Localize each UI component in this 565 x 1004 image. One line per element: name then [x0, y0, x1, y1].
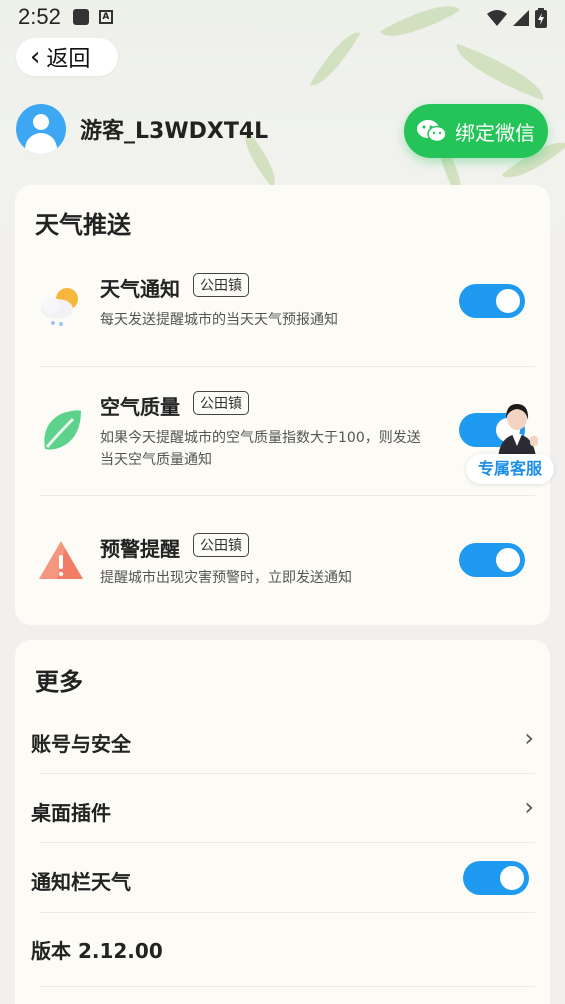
more-card: 更多 账号与安全 › 桌面插件 › 通知栏天气 版本 2.12.00 — [15, 640, 550, 1004]
weather-notify-toggle[interactable] — [459, 284, 525, 318]
push-item-weather: 天气通知 公田镇 每天发送提醒城市的当天天气预报通知 — [15, 273, 550, 363]
push-desc-line: 提醒城市出现灾害预警时，立即发送通知 — [100, 570, 352, 586]
divider — [40, 912, 535, 913]
divider — [40, 986, 535, 987]
row-notification-weather: 通知栏天气 — [15, 848, 550, 912]
battery-icon — [535, 8, 547, 28]
divider — [40, 773, 535, 774]
row-version: 版本 2.12.00 — [15, 918, 550, 982]
push-desc-line: 当天空气质量通知 — [100, 452, 212, 468]
push-desc: 提醒城市出现灾害预警时，立即发送通知 — [100, 567, 352, 589]
row-label: 桌面插件 — [31, 801, 111, 825]
weather-cloud-sun-icon — [41, 288, 78, 326]
chevron-right-icon: › — [524, 793, 534, 821]
warning-icon — [39, 541, 83, 579]
location-tag[interactable]: 公田镇 — [193, 273, 249, 297]
push-item-warning: 预警提醒 公田镇 提醒城市出现灾害预警时，立即发送通知 — [15, 533, 550, 593]
status-bar: 2:52 A — [0, 0, 565, 34]
divider — [40, 842, 535, 843]
bind-wechat-label: 绑定微信 — [455, 120, 535, 145]
row-label: 通知栏天气 — [31, 870, 131, 894]
profile: 游客_L3WDXT4L — [16, 104, 268, 154]
wifi-icon — [487, 10, 507, 26]
signal-icon — [513, 10, 529, 26]
notification-icon — [72, 9, 89, 25]
leaf-icon — [44, 410, 81, 450]
location-tag[interactable]: 公田镇 — [193, 533, 249, 557]
customer-service-widget[interactable]: 专属客服 — [466, 396, 554, 486]
customer-service-avatar-icon — [498, 404, 538, 458]
wechat-icon — [417, 120, 447, 143]
location-tag[interactable]: 公田镇 — [193, 391, 249, 415]
back-label: 返回 — [46, 47, 91, 72]
weather-push-title: 天气推送 — [35, 211, 131, 239]
username: 游客_L3WDXT4L — [80, 119, 269, 144]
status-time: 2:52 — [18, 4, 61, 29]
avatar[interactable] — [16, 104, 66, 154]
chevron-left-icon: ‹ — [30, 42, 41, 72]
push-desc-line: 如果今天提醒城市的空气质量指数大于100，则发送 — [100, 430, 421, 446]
back-button[interactable]: ‹ 返回 — [16, 38, 118, 76]
row-label: 账号与安全 — [31, 732, 131, 756]
customer-service-label: 专属客服 — [466, 454, 554, 484]
row-desktop-widget[interactable]: 桌面插件 › — [15, 778, 550, 842]
push-name: 天气通知 — [100, 277, 180, 301]
bind-wechat-button[interactable]: 绑定微信 — [404, 104, 548, 158]
chevron-right-icon: › — [524, 724, 534, 752]
divider — [40, 495, 535, 496]
push-name: 空气质量 — [100, 395, 180, 419]
push-name: 预警提醒 — [100, 537, 180, 561]
divider — [40, 366, 535, 367]
row-account-security[interactable]: 账号与安全 › — [15, 710, 550, 774]
a-icon: A — [98, 10, 113, 24]
push-desc: 每天发送提醒城市的当天天气预报通知 — [100, 309, 338, 331]
version-label: 版本 2.12.00 — [31, 939, 163, 963]
more-title: 更多 — [35, 668, 83, 696]
push-desc: 如果今天提醒城市的空气质量指数大于100，则发送 当天空气质量通知 — [100, 427, 421, 471]
warning-toggle[interactable] — [459, 543, 525, 577]
push-desc-line: 每天发送提醒城市的当天天气预报通知 — [100, 312, 338, 328]
notification-weather-toggle[interactable] — [463, 861, 529, 895]
